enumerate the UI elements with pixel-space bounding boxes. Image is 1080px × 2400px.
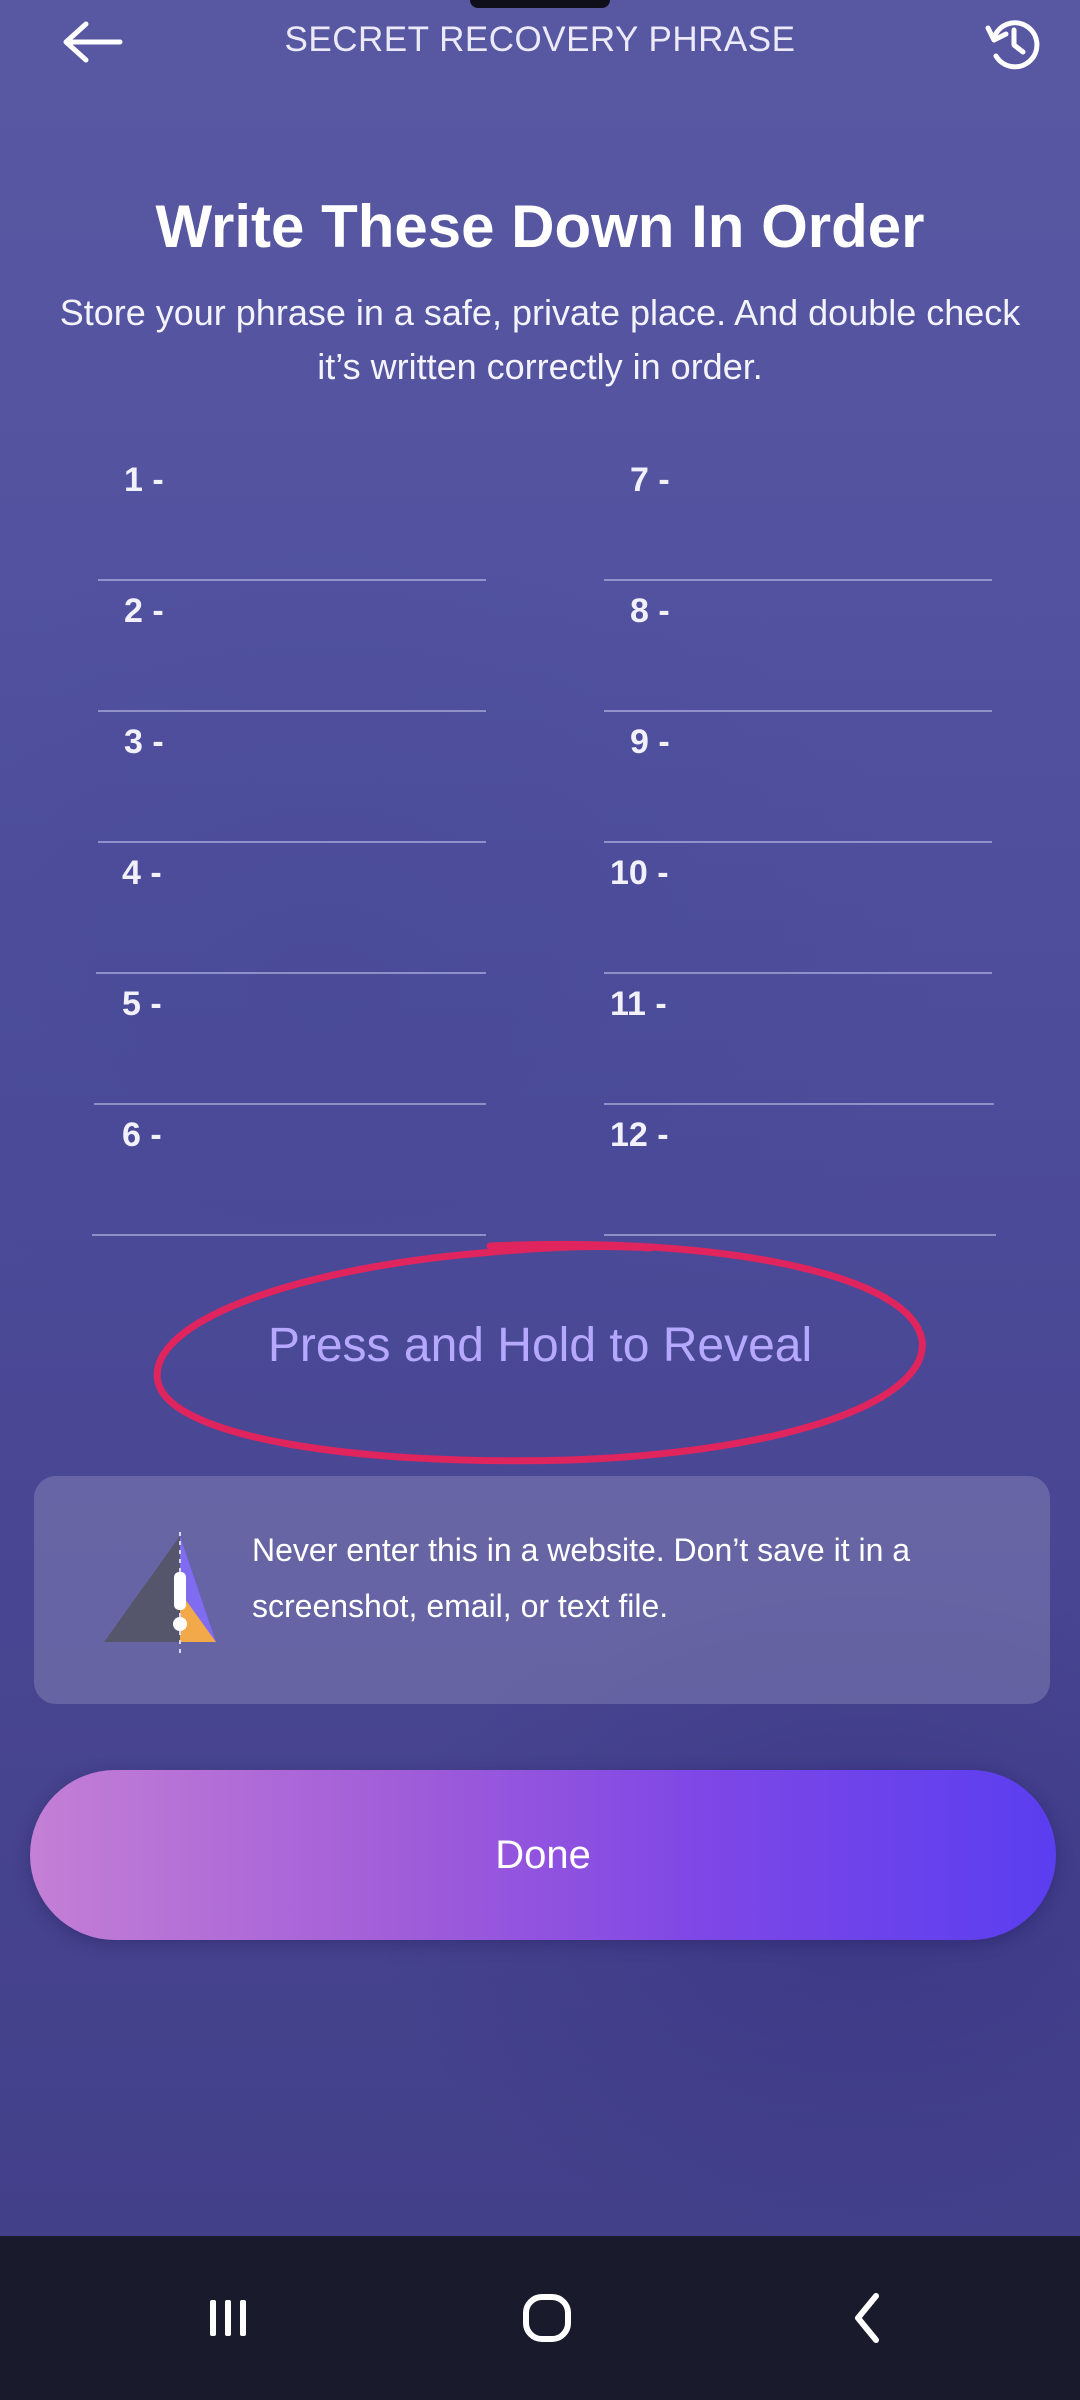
nav-back-icon [855, 2293, 879, 2343]
word-index: 5 - [122, 985, 162, 1023]
word-index: 9 - [630, 723, 670, 761]
word-slot-2: 2 - [98, 581, 486, 712]
recovery-phrase-screen: SECRET RECOVERY PHRASE Write These Down … [0, 0, 1080, 2236]
header-title: SECRET RECOVERY PHRASE [284, 20, 796, 59]
done-button[interactable]: Done [30, 1770, 1056, 1940]
word-index: 11 - [610, 985, 667, 1023]
nav-back-button[interactable] [808, 2272, 928, 2364]
word-slot-10: 10 - [604, 843, 992, 974]
word-slot-7: 7 - [604, 450, 992, 581]
word-slot-5: 5 - [94, 974, 486, 1105]
history-clock-icon [985, 20, 1040, 70]
word-slot-12: 12 - [604, 1105, 996, 1236]
word-index: 6 - [122, 1116, 162, 1154]
warning-triangle-icon [104, 1532, 216, 1658]
word-index: 12 - [610, 1116, 669, 1154]
camera-notch [470, 0, 610, 8]
reveal-area[interactable]: Press and Hold to Reveal [150, 1232, 930, 1472]
word-index: 8 - [630, 592, 670, 630]
word-index: 3 - [124, 723, 164, 761]
word-slot-6: 6 - [92, 1105, 486, 1236]
word-slot-11: 11 - [604, 974, 994, 1105]
word-index: 4 - [122, 854, 162, 892]
word-slot-8: 8 - [604, 581, 992, 712]
done-button-label: Done [495, 1832, 591, 1877]
recents-button[interactable] [168, 2272, 288, 2364]
press-hold-reveal-button[interactable]: Press and Hold to Reveal [150, 1318, 930, 1373]
word-index: 1 - [124, 461, 164, 499]
word-index: 10 - [610, 854, 669, 892]
word-index: 2 - [124, 592, 164, 630]
recents-icon [210, 2300, 246, 2336]
warning-card: Never enter this in a website. Don’t sav… [34, 1476, 1050, 1704]
word-index: 7 - [630, 461, 670, 499]
warning-text: Never enter this in a website. Don’t sav… [252, 1532, 911, 1624]
home-icon [523, 2294, 571, 2342]
word-slot-3: 3 - [98, 712, 486, 843]
history-button[interactable] [976, 6, 1052, 82]
word-slot-9: 9 - [604, 712, 992, 843]
page-title: Write These Down In Order [155, 193, 925, 260]
word-slot-4: 4 - [96, 843, 486, 974]
word-slot-1: 1 - [98, 450, 486, 581]
system-nav-bar [0, 2236, 1080, 2400]
page-subtitle: Store your phrase in a safe, private pla… [59, 292, 1021, 387]
home-button[interactable] [487, 2272, 607, 2364]
